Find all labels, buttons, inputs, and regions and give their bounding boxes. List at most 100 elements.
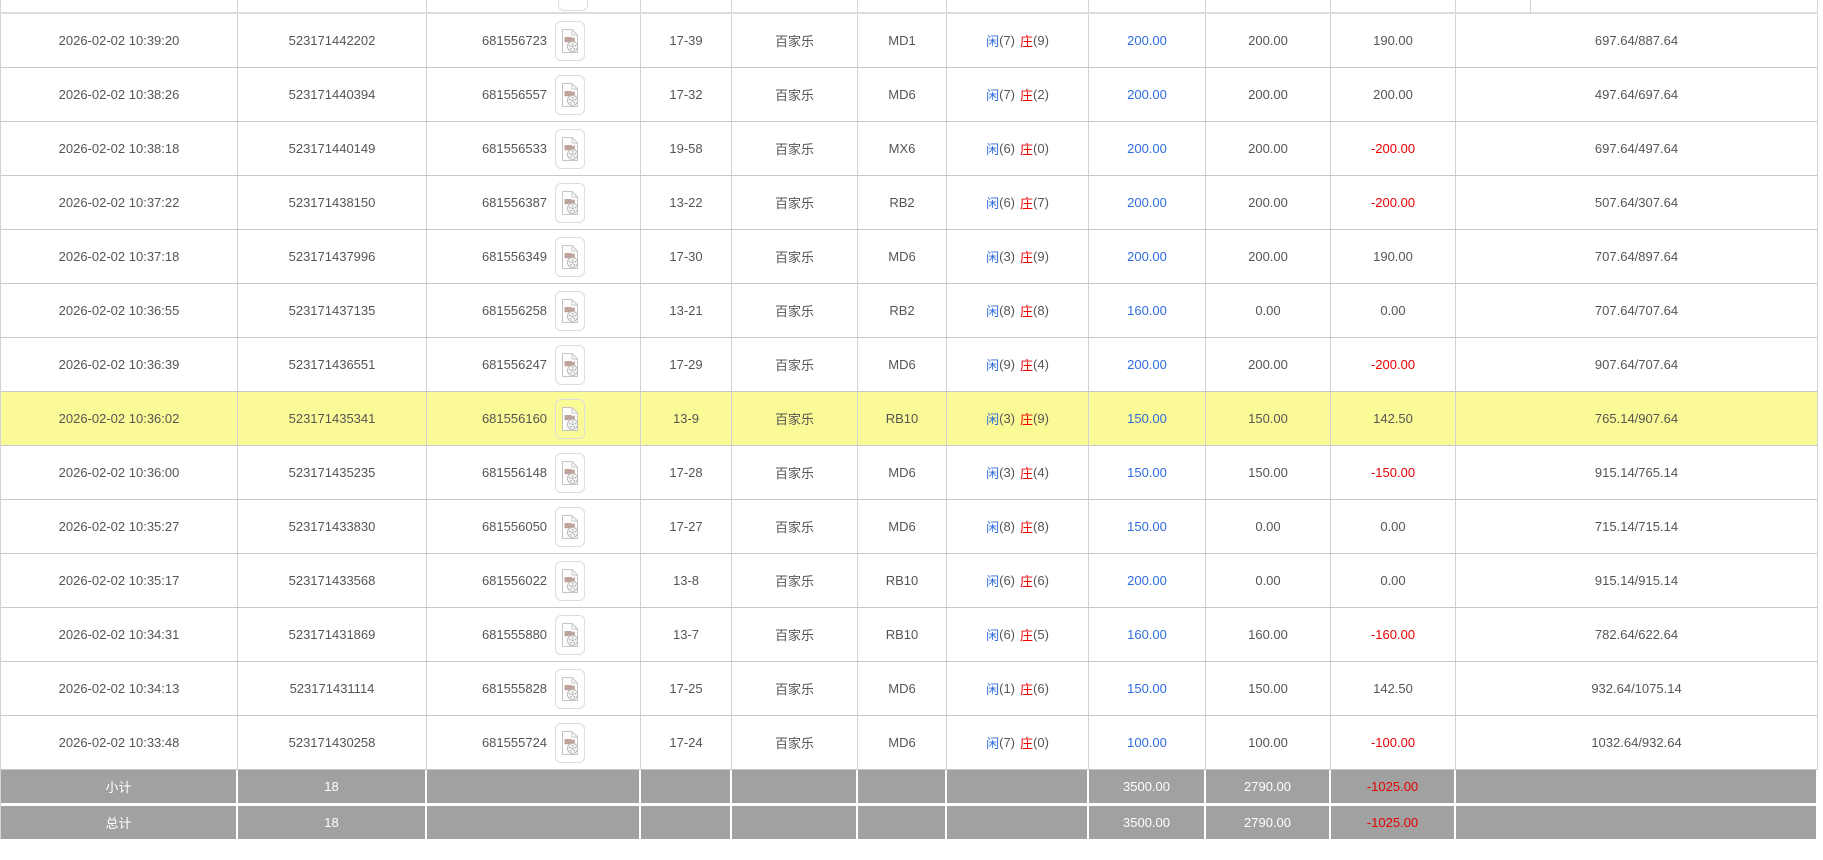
balance: 782.64/622.64 — [1456, 608, 1818, 661]
table-row[interactable]: 2026-02-02 10:38:18523171440149681556533… — [1, 122, 1818, 176]
win-loss-amount: 190.00 — [1331, 230, 1456, 283]
table-code: MX6 — [858, 122, 947, 175]
empty-cell — [427, 806, 641, 839]
table-row[interactable]: 2026-02-02 10:37:18523171437996681556349… — [1, 230, 1818, 284]
order-number: 523171433830 — [238, 500, 427, 553]
video-replay-button[interactable] — [555, 399, 585, 439]
player-label: 闲 — [986, 733, 999, 752]
table-row[interactable]: 2026-02-02 10:36:00523171435235681556148… — [1, 446, 1818, 500]
bet-time: 2026-02-02 10:38:26 — [1, 68, 238, 121]
table-body: 2026-02-02 10:39:20523171442202681556723… — [1, 14, 1818, 770]
video-replay-button[interactable] — [555, 345, 585, 385]
balance: 707.64/707.64 — [1456, 284, 1818, 337]
win-loss-amount: -100.00 — [1331, 716, 1456, 769]
balance: 915.14/765.14 — [1456, 446, 1818, 499]
win-loss-amount: 142.50 — [1331, 392, 1456, 445]
order-number: 523171431114 — [238, 662, 427, 715]
banker-label: 庄 — [1020, 463, 1033, 482]
player-points: (8) — [999, 519, 1015, 534]
balance: 907.64/707.64 — [1456, 338, 1818, 391]
video-replay-button[interactable] — [555, 183, 585, 223]
table-round: 17-28 — [641, 446, 732, 499]
table-row[interactable]: 2026-02-02 10:36:02523171435341681556160… — [1, 392, 1818, 446]
bet-time: 2026-02-02 10:34:13 — [1, 662, 238, 715]
table-row[interactable]: 2026-02-02 10:34:13523171431114681555828… — [1, 662, 1818, 716]
empty-cell — [858, 770, 947, 803]
valid-total: 2790.00 — [1206, 770, 1331, 803]
game-number-text: 681556022 — [482, 573, 547, 588]
table-row[interactable]: 2026-02-02 10:38:26523171440394681556557… — [1, 68, 1818, 122]
game-number-text: 681555880 — [482, 627, 547, 642]
table-row[interactable]: 2026-02-02 10:36:39523171436551681556247… — [1, 338, 1818, 392]
win-loss-amount: 200.00 — [1331, 68, 1456, 121]
video-replay-button[interactable] — [555, 507, 585, 547]
video-replay-button[interactable] — [555, 723, 585, 763]
valid-amount: 200.00 — [1206, 122, 1331, 175]
video-replay-button[interactable] — [555, 291, 585, 331]
game-type: 百家乐 — [732, 68, 858, 121]
game-number: 681556723 — [427, 14, 641, 67]
game-type: 百家乐 — [732, 14, 858, 67]
table-code: MD6 — [858, 662, 947, 715]
game-number-text: 681556387 — [482, 195, 547, 210]
table-row[interactable]: 2026-02-02 10:33:48523171430258681555724… — [1, 716, 1818, 770]
total-row: 总计183500.002790.00-1025.00 — [1, 806, 1818, 839]
table-code: MD6 — [858, 446, 947, 499]
banker-points: (2) — [1033, 87, 1049, 102]
subtotal-row-label: 小计 — [1, 770, 238, 803]
table-code — [858, 0, 947, 12]
game-number: 681556349 — [427, 230, 641, 283]
table-round — [641, 0, 732, 12]
table-round: 17-32 — [641, 68, 732, 121]
balance: 707.64/897.64 — [1456, 230, 1818, 283]
valid-amount: 200.00 — [1206, 14, 1331, 67]
order-number: 523171433568 — [238, 554, 427, 607]
valid-amount: 100.00 — [1206, 716, 1331, 769]
banker-points: (6) — [1033, 573, 1049, 588]
video-replay-button[interactable] — [555, 669, 585, 709]
table-row[interactable]: 2026-02-02 10:39:20523171442202681556723… — [1, 14, 1818, 68]
banker-label: 庄 — [1020, 139, 1033, 158]
order-number: 523171438150 — [238, 176, 427, 229]
game-number-text: 681556247 — [482, 357, 547, 372]
banker-points: (9) — [1033, 249, 1049, 264]
bet-time: 2026-02-02 10:33:48 — [1, 716, 238, 769]
order-number — [238, 0, 427, 12]
video-replay-button[interactable] — [555, 453, 585, 493]
banker-points: (5) — [1033, 627, 1049, 642]
table-row[interactable]: 2026-02-02 10:36:55523171437135681556258… — [1, 284, 1818, 338]
game-type: 百家乐 — [732, 392, 858, 445]
win-loss-total: -1025.00 — [1331, 770, 1456, 803]
video-replay-button[interactable] — [555, 561, 585, 601]
table-round: 13-8 — [641, 554, 732, 607]
game-type: 百家乐 — [732, 554, 858, 607]
game-number: 681555828 — [427, 662, 641, 715]
total-row-label: 总计 — [1, 806, 238, 839]
empty-cell — [1456, 770, 1818, 803]
table-round: 17-27 — [641, 500, 732, 553]
game-result: 闲(7)庄(2) — [947, 68, 1089, 121]
bet-amount: 150.00 — [1089, 662, 1206, 715]
video-replay-button[interactable] — [555, 75, 585, 115]
player-points: (6) — [999, 627, 1015, 642]
table-row[interactable]: 2026-02-02 10:35:17523171433568681556022… — [1, 554, 1818, 608]
table-row[interactable]: 2026-02-02 10:34:31523171431869681555880… — [1, 608, 1818, 662]
player-points: (7) — [999, 87, 1015, 102]
table-row[interactable]: 2026-02-02 10:35:27523171433830681556050… — [1, 500, 1818, 554]
video-replay-button[interactable] — [555, 129, 585, 169]
video-replay-button[interactable] — [555, 21, 585, 61]
valid-amount: 200.00 — [1206, 68, 1331, 121]
order-number: 523171436551 — [238, 338, 427, 391]
table-row[interactable]: 2026-02-02 10:37:22523171438150681556387… — [1, 176, 1818, 230]
player-label: 闲 — [986, 625, 999, 644]
player-label: 闲 — [986, 85, 999, 104]
video-replay-button[interactable] — [555, 615, 585, 655]
player-points: (6) — [999, 195, 1015, 210]
win-loss-total: -1025.00 — [1331, 806, 1456, 839]
video-file-icon — [560, 568, 580, 594]
banker-label: 庄 — [1020, 31, 1033, 50]
video-file-icon — [560, 676, 580, 702]
video-replay-button[interactable] — [555, 237, 585, 277]
bet-time: 2026-02-02 10:36:02 — [1, 392, 238, 445]
win-loss-amount: 0.00 — [1331, 500, 1456, 553]
